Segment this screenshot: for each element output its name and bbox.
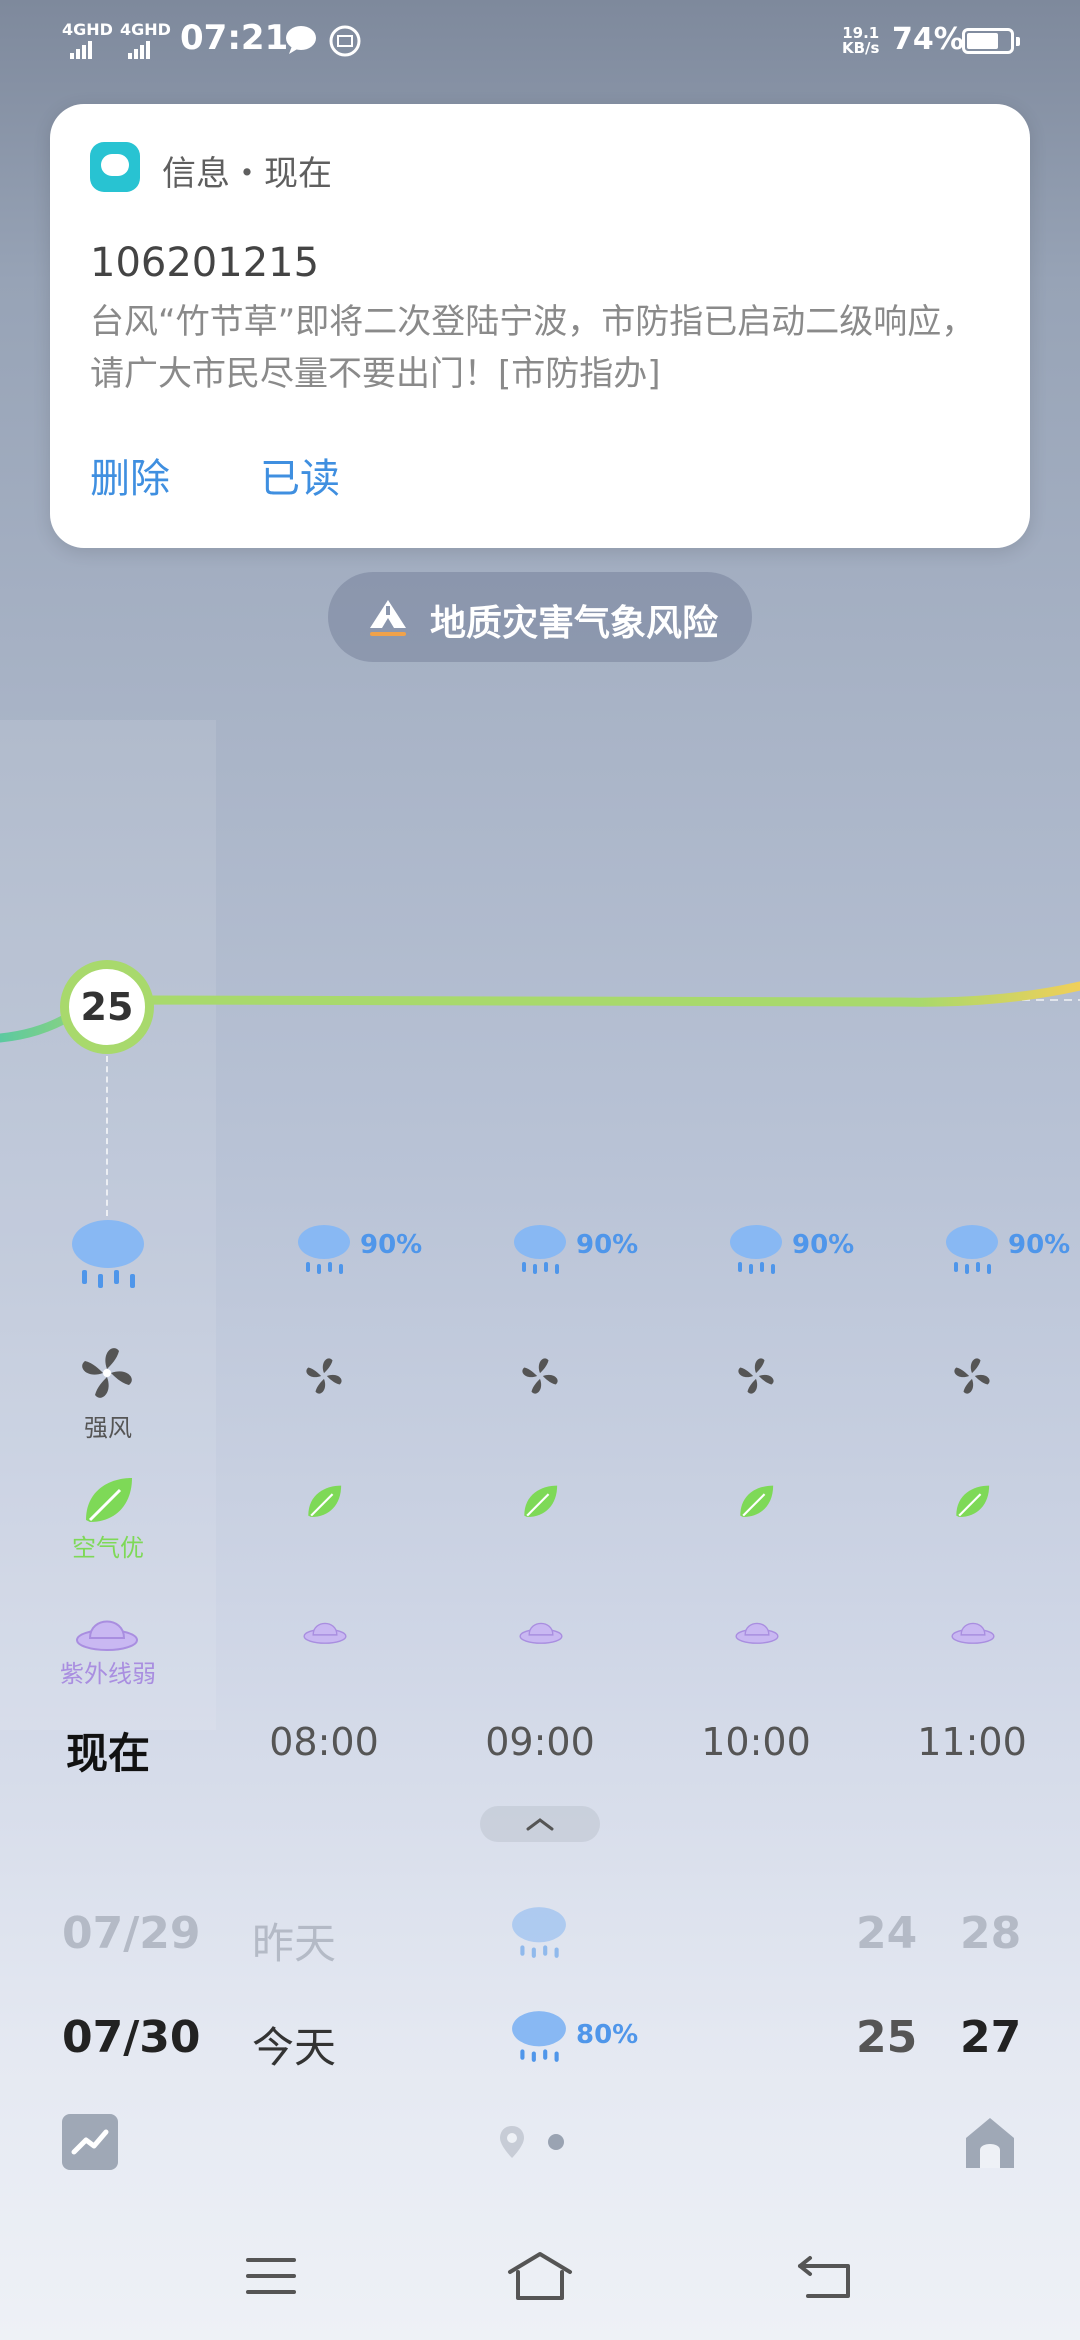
precip-chance: 90% [576,1230,639,1260]
daily-high: 27 [960,2012,1022,2063]
fan-wind-icon [522,1358,558,1394]
signal-icon [128,40,152,59]
weather-alert-pill[interactable]: 地质灾害气象风险 [328,572,752,662]
chevron-up-icon [526,1818,554,1831]
precip-chance: 90% [1008,1230,1071,1260]
menu-icon[interactable] [244,2254,298,2298]
notification-sender: 106201215 [90,240,320,286]
leaf-icon [740,1485,774,1517]
daily-day-name: 今天 [252,2023,337,2072]
page-indicator [548,2134,564,2150]
network-indicator-2: 4GHD [120,20,171,39]
now-marker-line [106,1056,108,1216]
daily-low: 24 [856,1908,918,1959]
message-icon [286,26,316,54]
rain-cloud-icon [512,2011,566,2062]
location-pin-icon [500,2126,524,2158]
app-status-icon [329,25,361,57]
delete-button[interactable]: 删除 [90,446,170,504]
precip-chance: 90% [792,1230,855,1260]
signal-icon [70,40,94,59]
rain-cloud-icon [298,1225,350,1274]
battery-icon [962,28,1020,54]
rain-cloud-icon [946,1225,998,1274]
rain-cloud-icon [730,1225,782,1274]
fan-wind-icon [306,1358,342,1394]
temperature-curve [0,981,1080,1043]
status-bar: 4GHD 4GHD 07:21 19.1 KB/s 74% [0,0,1080,84]
notification-app-label: 信息・现在 [162,154,332,194]
home-icon[interactable] [962,2114,1018,2170]
hour-label: 10:00 [701,1720,811,1764]
current-temperature: 25 [60,960,154,1054]
fan-wind-icon [82,1348,132,1398]
trend-chart-button[interactable] [62,2114,118,2170]
air-quality-label: 空气优 [72,1534,144,1562]
daily-high: 28 [960,1908,1022,1959]
hour-label-now: 现在 [65,1729,150,1778]
hour-label: 09:00 [485,1720,595,1764]
daily-precip-chance: 80% [576,2020,639,2050]
system-nav-bar [0,2220,1080,2340]
hat-uv-icon [519,1622,563,1644]
uv-label: 紫外线弱 [60,1660,156,1688]
fan-wind-icon [738,1358,774,1394]
mountain-warning-icon [370,600,406,636]
expand-toggle[interactable] [480,1806,600,1842]
fan-wind-icon [954,1358,990,1394]
leaf-icon [86,1478,132,1522]
daily-low: 25 [856,2012,918,2063]
hour-label: 08:00 [269,1720,379,1764]
precip-chance: 90% [360,1230,423,1260]
hour-label: 11:00 [917,1720,1027,1764]
hat-uv-icon [303,1622,347,1644]
leaf-icon [308,1485,342,1517]
daily-date: 07/30 [62,2012,201,2063]
rain-cloud-icon [514,1225,566,1274]
daily-day-name: 昨天 [252,1919,337,1968]
leaf-icon [524,1485,558,1517]
rain-cloud-icon [72,1220,144,1288]
leaf-icon [956,1485,990,1517]
hat-uv-icon [735,1622,779,1644]
back-icon[interactable] [796,2252,854,2300]
clock: 07:21 [180,18,289,58]
daily-date: 07/29 [62,1908,201,1959]
wind-label: 强风 [84,1414,132,1442]
messages-app-icon [90,142,140,192]
net-speed: 19.1 KB/s [842,24,880,57]
battery-percent: 74% [892,22,964,57]
notification-body: 台风“竹节草”即将二次登陆宁波，市防指已启动二级响应，请广大市民尽量不要出门！[… [90,302,976,394]
alert-label: 地质灾害气象风险 [430,603,719,644]
mark-read-button[interactable]: 已读 [260,446,340,504]
network-indicator-1: 4GHD [62,20,113,39]
chart-icon [71,2129,109,2155]
rain-cloud-icon [512,1907,566,1958]
home-nav-icon[interactable] [506,2250,574,2302]
hat-uv-icon [76,1620,138,1651]
sms-notification[interactable]: 信息・现在 106201215 台风“竹节草”即将二次登陆宁波，市防指已启动二级… [50,104,1030,548]
hat-uv-icon [951,1622,995,1644]
